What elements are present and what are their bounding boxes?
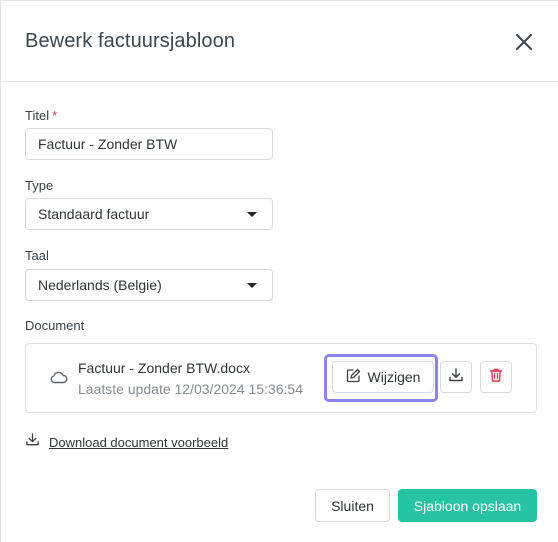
modal-title: Bewerk factuursjabloon [25, 30, 236, 52]
language-select[interactable]: Nederlands (Belgie) [25, 269, 273, 301]
change-document-button[interactable]: Wijzigen [332, 361, 434, 393]
save-template-button[interactable]: Sjabloon opslaan [398, 489, 537, 522]
type-label: Type [25, 178, 54, 193]
download-icon [448, 367, 464, 388]
delete-document-button[interactable] [480, 361, 512, 393]
trash-icon [488, 367, 504, 388]
download-preview-link[interactable]: Download document voorbeeld [25, 432, 228, 452]
caret-down-icon [247, 212, 257, 217]
cloud-icon [50, 370, 68, 384]
download-preview-label: Download document voorbeeld [49, 434, 229, 450]
modal-header: Bewerk factuursjabloon [1, 1, 558, 82]
edit-icon [346, 368, 361, 386]
title-input[interactable] [25, 128, 273, 160]
document-file-name: Factuur - Zonder BTW.docx [78, 360, 250, 376]
download-document-button[interactable] [440, 361, 472, 393]
document-card: Factuur - Zonder BTW.docx Laatste update… [25, 343, 537, 413]
edit-template-modal: Bewerk factuursjabloon Titel* Type Stand… [0, 0, 558, 542]
document-last-update: Laatste update 12/03/2024 15:36:54 [78, 381, 303, 397]
language-label: Taal [25, 248, 49, 263]
type-select[interactable]: Standaard factuur [25, 198, 273, 230]
title-label-text: Titel [25, 108, 50, 123]
close-icon[interactable] [512, 30, 536, 54]
type-select-value: Standaard factuur [38, 206, 150, 222]
download-icon [25, 432, 40, 452]
language-select-value: Nederlands (Belgie) [38, 277, 162, 293]
document-label: Document [25, 318, 85, 333]
title-label: Titel * [25, 108, 57, 123]
change-document-label: Wijzigen [367, 369, 421, 385]
required-marker: * [52, 108, 58, 123]
caret-down-icon [247, 283, 257, 288]
close-button[interactable]: Sluiten [315, 489, 390, 522]
